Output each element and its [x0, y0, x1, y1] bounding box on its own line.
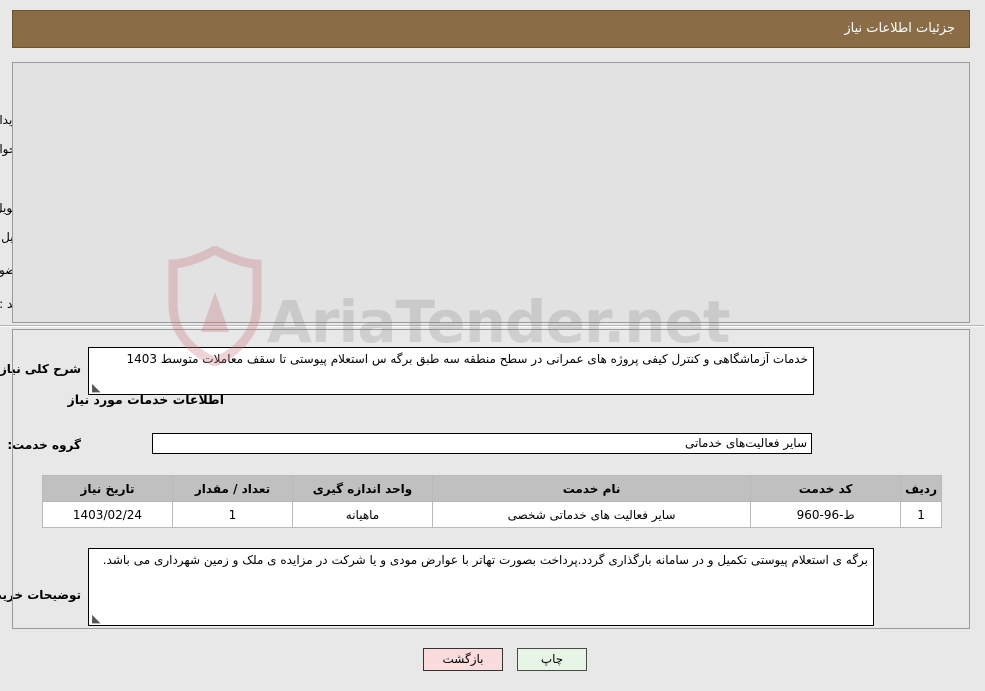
- table-header-row-index: ردیف: [901, 475, 943, 502]
- table-header-row: ردیف کد خدمت نام خدمت واحد اندازه گیری ت…: [43, 475, 943, 502]
- page-header-bar: جزئیات اطلاعات نیاز: [13, 10, 971, 48]
- cell-service-name: سایر فعالیت های خدماتی شخصی: [432, 501, 753, 528]
- need-info-panel: [13, 62, 971, 323]
- table-header-unit: واحد اندازه گیری: [293, 475, 434, 502]
- cell-quantity: 1: [173, 501, 294, 528]
- cell-row-index: 1: [901, 501, 943, 528]
- back-button[interactable]: بازگشت: [424, 648, 504, 671]
- table-header-service-code: کد خدمت: [751, 475, 903, 502]
- table-body: 1 ط-96-960 سایر فعالیت های خدماتی شخصی ماهی…: [43, 501, 943, 528]
- page-title: جزئیات اطلاعات نیاز: [845, 21, 956, 36]
- table-header-service-name: نام خدمت: [432, 475, 753, 502]
- service-table: ردیف کد خدمت نام خدمت واحد اندازه گیری ت…: [43, 475, 943, 528]
- page-root: جزئیات اطلاعات نیاز شماره نیاز: 11030056…: [0, 0, 985, 691]
- cell-need-date: 1403/02/24: [43, 501, 174, 528]
- cell-service-code: ط-96-960: [751, 501, 903, 528]
- table-row[interactable]: 1 ط-96-960 سایر فعالیت های خدماتی شخصی ماهی…: [43, 501, 943, 528]
- table-header-need-date: تاریخ نیاز: [43, 475, 174, 502]
- section-divider: [0, 325, 985, 327]
- table-header-quantity: تعداد / مقدار: [173, 475, 294, 502]
- cell-unit: ماهیانه: [293, 501, 434, 528]
- print-button[interactable]: چاپ: [518, 648, 588, 671]
